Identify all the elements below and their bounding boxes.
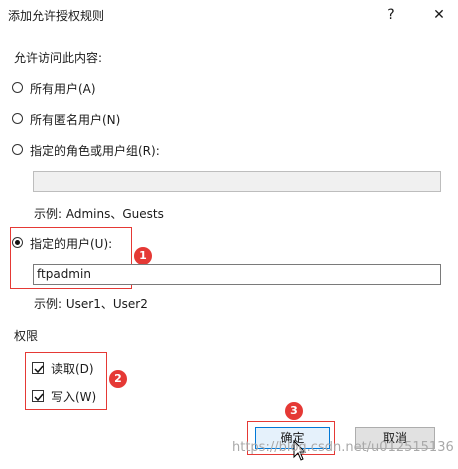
checkbox-write-box[interactable] — [32, 390, 44, 402]
checkmark-icon — [34, 393, 44, 402]
radio-all-users-label: 所有用户(A) — [30, 82, 96, 96]
roles-example: 示例: Admins、Guests — [34, 207, 164, 221]
radio-role-or-group[interactable]: 指定的角色或用户组(R): — [12, 142, 192, 158]
checkmark-icon — [34, 365, 44, 374]
annotation-badge-2: 2 — [109, 370, 127, 388]
help-button[interactable]: ? — [376, 4, 406, 26]
radio-specific-users[interactable]: 指定的用户(U): — [12, 235, 132, 251]
title-bar: 添加允许授权规则 ? ✕ — [0, 0, 458, 30]
radio-specific-users-indicator[interactable] — [12, 237, 23, 248]
roles-input[interactable] — [33, 171, 441, 192]
radio-anonymous-users-indicator[interactable] — [12, 113, 23, 124]
annotation-badge-1: 1 — [134, 247, 152, 265]
close-button[interactable]: ✕ — [424, 4, 454, 26]
users-input[interactable]: ftpadmin — [33, 264, 441, 285]
annotation-badge-3: 3 — [285, 402, 303, 420]
checkbox-read-box[interactable] — [32, 362, 44, 374]
checkbox-read[interactable]: 读取(D) — [32, 360, 102, 376]
checkbox-read-label: 读取(D) — [51, 362, 94, 376]
radio-all-users[interactable]: 所有用户(A) — [12, 80, 142, 96]
watermark-text: https://blog.csdn.net/u012515136 — [232, 440, 454, 455]
radio-all-users-indicator[interactable] — [12, 82, 23, 93]
access-heading: 允许访问此内容: — [14, 51, 103, 65]
dialog-title: 添加允许授权规则 — [8, 9, 105, 23]
radio-role-or-group-label: 指定的角色或用户组(R): — [30, 144, 160, 158]
permissions-heading: 权限 — [14, 329, 39, 343]
users-example: 示例: User1、User2 — [34, 297, 148, 311]
radio-anonymous-users-label: 所有匿名用户(N) — [30, 113, 121, 127]
radio-role-or-group-indicator[interactable] — [12, 144, 23, 155]
checkbox-write[interactable]: 写入(W) — [32, 388, 102, 404]
radio-specific-users-label: 指定的用户(U): — [30, 237, 113, 251]
radio-anonymous-users[interactable]: 所有匿名用户(N) — [12, 111, 152, 127]
checkbox-write-label: 写入(W) — [51, 390, 97, 404]
